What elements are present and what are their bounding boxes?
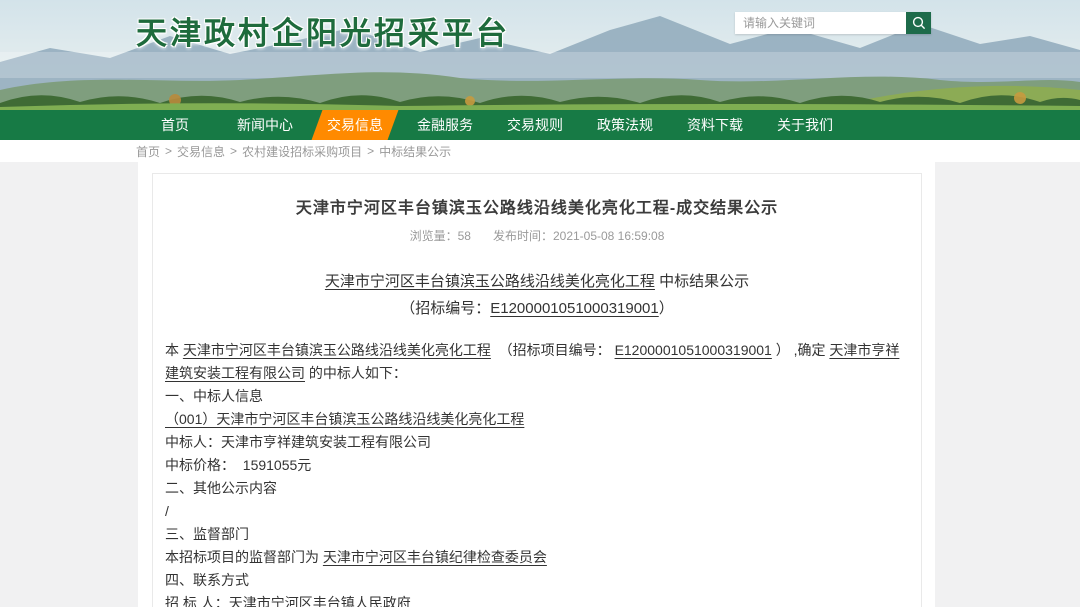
nav-item-policies[interactable]: 政策法规 [580,110,670,140]
breadcrumb-rural-projects[interactable]: 农村建设招标采购项目 [242,143,362,160]
breadcrumb-home[interactable]: 首页 [136,143,160,160]
project-name: 天津市宁河区丰台镇滨玉公路线沿线美化亮化工程 [183,342,491,358]
nav-item-news[interactable]: 新闻中心 [220,110,310,140]
intro-paragraph: 本 天津市宁河区丰台镇滨玉公路线沿线美化亮化工程 （招标项目编号： E12000… [165,339,909,385]
main-area: 天津市宁河区丰台镇滨玉公路线沿线美化亮化工程-成交结果公示 浏览量：58 发布时间… [0,162,1080,607]
breadcrumb-bid-results[interactable]: 中标结果公示 [379,143,451,160]
breadcrumb-trade-info[interactable]: 交易信息 [177,143,225,160]
tenderer-line: 招 标 人：天津市宁河区丰台镇人民政府 [165,592,909,607]
breadcrumb-separator: > [165,144,172,158]
banner: 天津政村企阳光招采平台 [0,0,1080,110]
breadcrumb-separator: > [367,144,374,158]
section4-heading: 四、联系方式 [165,569,909,592]
bid-number: E1200001051000319001 [490,300,659,317]
lot-line: （001）天津市宁河区丰台镇滨玉公路线沿线美化亮化工程 [165,408,909,431]
supervisor-line: 本招标项目的监督部门为 天津市宁河区丰台镇纪律检查委员会 [165,546,909,569]
article-meta: 浏览量：58 发布时间：2021-05-08 16:59:08 [165,227,909,244]
nav-item-about[interactable]: 关于我们 [760,110,850,140]
views-count: 58 [458,229,471,243]
nav-item-finance[interactable]: 金融服务 [400,110,490,140]
breadcrumb: 首页 > 交易信息 > 农村建设招标采购项目 > 中标结果公示 [0,140,1080,162]
section2-heading: 二、其他公示内容 [165,477,909,500]
breadcrumb-separator: > [230,144,237,158]
project-code: E1200001051000319001 [615,342,772,358]
search-icon [911,15,927,31]
article-box: 天津市宁河区丰台镇滨玉公路线沿线美化亮化工程-成交结果公示 浏览量：58 发布时间… [152,173,922,607]
price-line: 中标价格： 1591055元 [165,454,909,477]
winner-line: 中标人：天津市亨祥建筑安装工程有限公司 [165,431,909,454]
section3-heading: 三、监督部门 [165,523,909,546]
section1-heading: 一、中标人信息 [165,385,909,408]
section2-content: / [165,500,909,523]
nav-item-home[interactable]: 首页 [130,110,220,140]
nav-item-trade-rules[interactable]: 交易规则 [490,110,580,140]
nav-item-downloads[interactable]: 资料下载 [670,110,760,140]
page-title: 天津市宁河区丰台镇滨玉公路线沿线美化亮化工程-成交结果公示 [165,194,909,218]
views-label: 浏览量： [410,229,458,243]
search-input[interactable] [735,12,906,34]
content-panel: 天津市宁河区丰台镇滨玉公路线沿线美化亮化工程-成交结果公示 浏览量：58 发布时间… [138,162,935,607]
announcement-subtitle: 天津市宁河区丰台镇滨玉公路线沿线美化亮化工程 中标结果公示 [165,270,909,291]
supervisor-name: 天津市宁河区丰台镇纪律检查委员会 [323,549,547,565]
nav-item-trade-info-active[interactable]: 交易信息 [312,110,399,140]
search-bar [735,12,931,34]
search-button[interactable] [906,12,931,34]
publish-time-label: 发布时间： [493,229,553,243]
bid-number-line: （招标编号：E1200001051000319001） [165,297,909,318]
site-title: 天津政村企阳光招采平台 [136,8,510,53]
main-nav: 首页 新闻中心 交易信息 金融服务 交易规则 政策法规 资料下载 关于我们 [0,110,1080,140]
article-body: 本 天津市宁河区丰台镇滨玉公路线沿线美化亮化工程 （招标项目编号： E12000… [165,339,909,607]
publish-time: 2021-05-08 16:59:08 [553,229,664,243]
